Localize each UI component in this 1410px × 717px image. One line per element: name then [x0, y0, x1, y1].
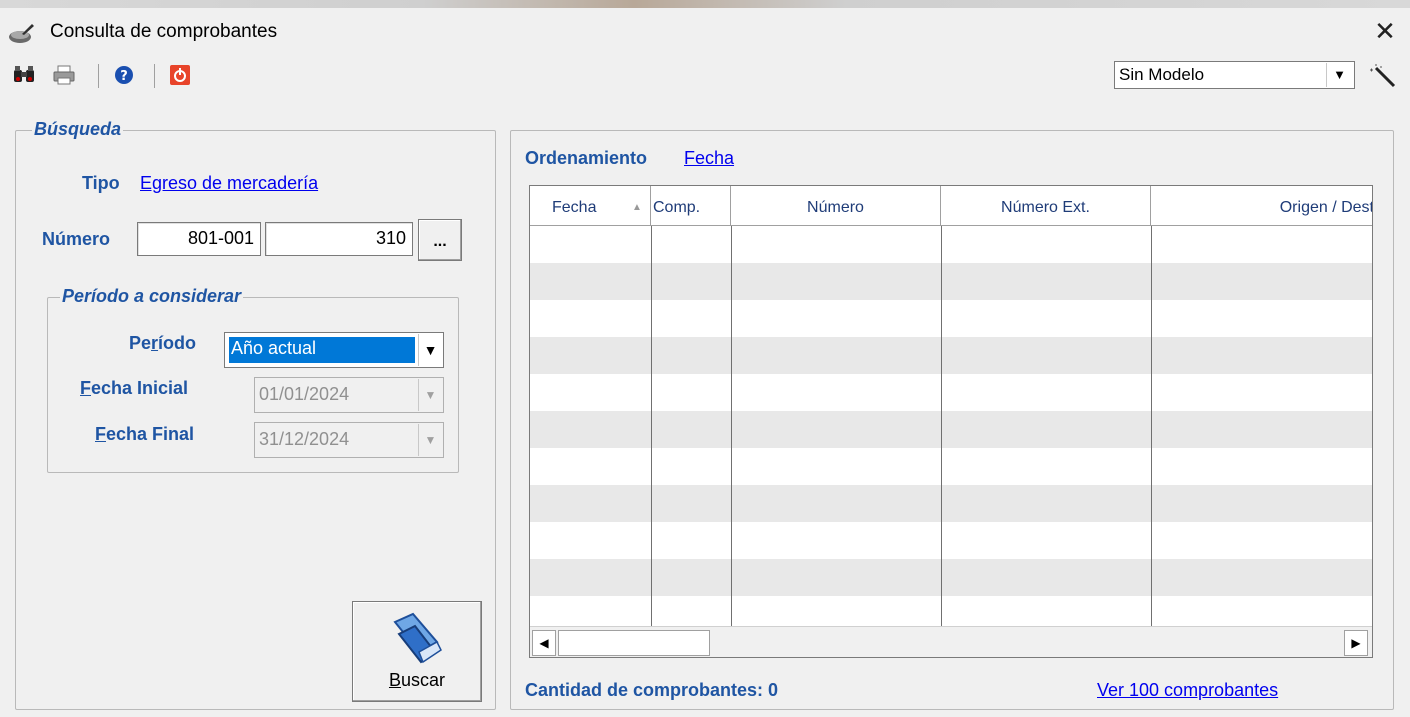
table-row[interactable]	[530, 226, 1372, 263]
fecha-final-label: Fecha Final	[95, 424, 195, 444]
table-row[interactable]	[530, 485, 1372, 522]
scroll-thumb[interactable]	[558, 630, 710, 656]
fecha-inicial-label: Fecha Inicial	[80, 378, 189, 398]
fecha-inicial-picker[interactable]: 01/01/2024 ▼	[254, 377, 444, 413]
printer-icon[interactable]	[52, 64, 76, 86]
cantidad-label: Cantidad de comprobantes: 0	[525, 680, 779, 700]
numero-label: Número	[42, 229, 111, 249]
column-divider	[731, 226, 732, 626]
buscar-button[interactable]: Buscar	[352, 601, 482, 702]
numero-prefix-input[interactable]: 801-001	[137, 222, 261, 256]
search-books-icon	[393, 612, 442, 664]
periodo-legend: Período a considerar	[60, 286, 244, 307]
close-button[interactable]: ✕	[1370, 16, 1400, 46]
column-header-fecha[interactable]: Fecha ▲	[530, 186, 651, 226]
periodo-label: Período	[129, 333, 197, 353]
ordenamiento-link[interactable]: Fecha	[684, 148, 734, 169]
svg-text:?: ?	[120, 69, 128, 84]
results-grid[interactable]: Fecha ▲ Comp. Número Número Ext. Origen …	[529, 185, 1373, 658]
column-header-comp[interactable]: Comp.	[651, 186, 731, 226]
fecha-inicial-dropdown-arrow[interactable]: ▼	[418, 379, 442, 411]
tipo-link[interactable]: Egreso de mercadería	[140, 173, 318, 194]
table-row[interactable]	[530, 411, 1372, 448]
help-icon[interactable]: ?	[112, 64, 136, 86]
binoculars-icon[interactable]	[12, 64, 36, 86]
window-title: Consulta de comprobantes	[50, 21, 278, 42]
toolbar-separator	[154, 64, 155, 88]
toolbar-separator	[98, 64, 99, 88]
column-header-origen-dest[interactable]: Origen / Dest	[1151, 186, 1372, 226]
periodo-dropdown-arrow[interactable]: ▼	[418, 334, 442, 366]
app-icon	[9, 24, 34, 43]
table-row[interactable]	[530, 522, 1372, 559]
column-divider	[651, 226, 652, 626]
horizontal-scrollbar[interactable]: ◀ ▶	[530, 626, 1372, 657]
fecha-final-picker[interactable]: 31/12/2024 ▼	[254, 422, 444, 458]
fecha-final-value: 31/12/2024	[259, 429, 350, 449]
table-row[interactable]	[530, 374, 1372, 411]
buscar-label: Buscar	[388, 670, 446, 690]
table-row[interactable]	[530, 596, 1372, 626]
column-divider	[941, 226, 942, 626]
fecha-final-dropdown-arrow[interactable]: ▼	[418, 424, 442, 456]
model-select-dropdown-button[interactable]: ▼	[1326, 63, 1352, 87]
magic-wand-icon[interactable]	[1364, 62, 1400, 90]
numero-lookup-button[interactable]: ...	[418, 219, 462, 261]
scroll-left-button[interactable]: ◀	[532, 630, 556, 656]
numero-input[interactable]: 310	[265, 222, 413, 256]
scroll-right-button[interactable]: ▶	[1344, 630, 1368, 656]
table-row[interactable]	[530, 300, 1372, 337]
table-row[interactable]	[530, 263, 1372, 300]
periodo-select-value: Año actual	[231, 338, 317, 358]
window-top-edge	[0, 0, 1410, 8]
sort-indicator-icon: ▲	[632, 202, 642, 213]
ordenamiento-label: Ordenamiento	[525, 148, 648, 168]
busqueda-legend: Búsqueda	[32, 119, 124, 140]
table-row[interactable]	[530, 337, 1372, 374]
column-divider	[1151, 226, 1152, 626]
fecha-inicial-value: 01/01/2024	[259, 384, 350, 404]
ver-comprobantes-link[interactable]: Ver 100 comprobantes	[1097, 680, 1278, 701]
power-icon[interactable]	[168, 64, 192, 86]
tipo-label: Tipo	[82, 173, 120, 193]
periodo-select[interactable]: Año actual ▼	[224, 332, 444, 368]
column-header-numero[interactable]: Número	[731, 186, 941, 226]
model-select[interactable]: Sin Modelo	[1114, 61, 1355, 89]
model-select-value: Sin Modelo	[1119, 65, 1205, 84]
table-row[interactable]	[530, 559, 1372, 596]
column-header-numero-ext[interactable]: Número Ext.	[941, 186, 1151, 226]
table-row[interactable]	[530, 448, 1372, 485]
